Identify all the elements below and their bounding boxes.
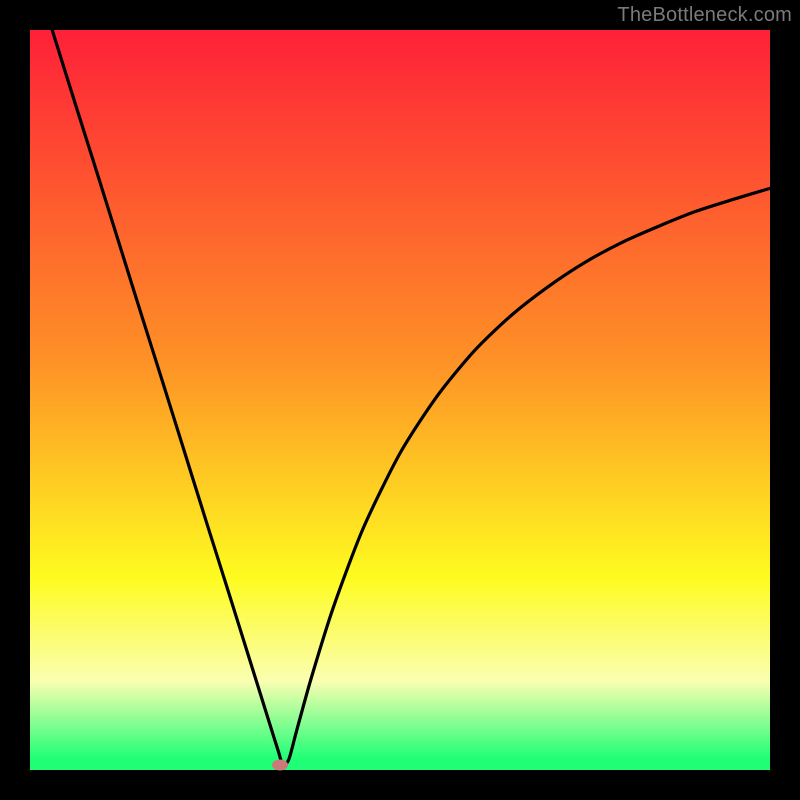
watermark-text: TheBottleneck.com xyxy=(617,4,792,27)
bottleneck-curve xyxy=(30,30,770,770)
optimal-point-marker xyxy=(272,759,288,770)
